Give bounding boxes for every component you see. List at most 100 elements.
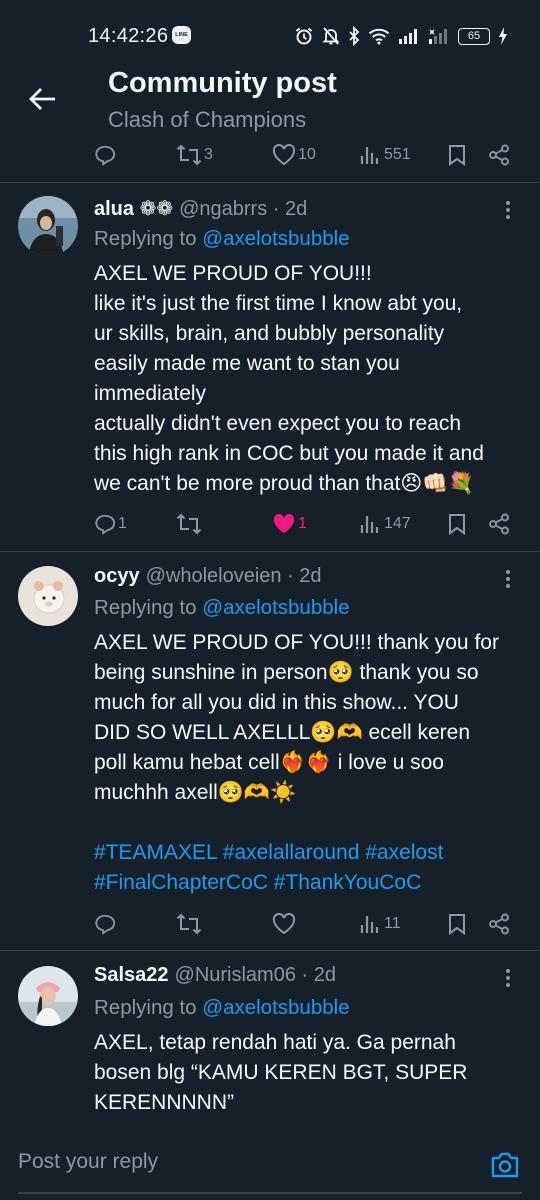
replying-to-mention[interactable]: @axelotsbubble [202, 996, 349, 1019]
reply-button[interactable] [94, 910, 118, 938]
reply-input[interactable]: Post your reply [18, 1150, 438, 1184]
camera-button[interactable] [488, 1148, 522, 1182]
tweet-line: actually didn't even expect you to reach [94, 412, 462, 435]
replying-to-mention[interactable]: @axelotsbubble [202, 596, 349, 619]
retweet-count: 3 [204, 146, 213, 163]
bookmark-button[interactable] [448, 141, 466, 169]
status-time: 14:42:26 [88, 25, 169, 47]
views-count: 11 [384, 915, 401, 932]
more-icon [506, 969, 510, 987]
share-icon [489, 913, 509, 935]
avatar-photo [18, 966, 78, 1026]
replying-to-label: Replying to [94, 996, 197, 1019]
retweet-icon [176, 913, 202, 935]
tweet-line: much for all you did in this show... YOU [94, 691, 459, 714]
views-button[interactable]: 11 [360, 910, 401, 938]
retweet-button[interactable] [176, 910, 204, 938]
tweet-header: alua ❁❁ @ngabrrs · 2d [94, 196, 307, 224]
retweet-button[interactable]: 3 [176, 141, 213, 169]
signal-weak-icon [429, 29, 447, 44]
views-icon [360, 916, 379, 933]
views-button[interactable]: 147 [360, 510, 411, 538]
reply-button[interactable]: 1 [94, 510, 127, 538]
tweet-text: AXEL WE PROUD OF YOU!!! like it's just t… [94, 259, 514, 499]
display-name[interactable]: Salsa22 [94, 964, 169, 987]
like-button[interactable]: 10 [272, 141, 316, 169]
bookmark-button[interactable] [448, 910, 466, 938]
avatar[interactable] [18, 566, 78, 626]
charging-icon [499, 27, 507, 45]
reply-composer: Post your reply [0, 1140, 540, 1200]
retweet-icon [176, 144, 202, 166]
handle-and-time: @Nurislam06 · 2d [174, 964, 336, 986]
back-button[interactable] [26, 82, 60, 116]
like-count: 1 [298, 515, 307, 532]
tweet-header: Salsa22 @Nurislam06 · 2d [94, 964, 336, 992]
replying-to: Replying to @axelotsbubble [94, 227, 350, 251]
replying-to-label: Replying to [94, 596, 197, 619]
views-icon [360, 147, 379, 164]
status-icons: 65 [294, 24, 508, 48]
handle-and-time: @ngabrrs · 2d [179, 198, 308, 220]
alarm-icon [295, 27, 313, 45]
more-options-button[interactable] [498, 196, 518, 224]
tweet-line: immediately [94, 382, 207, 405]
tweet-line: this high rank in COC but you made it an… [94, 442, 484, 465]
page-title: Community post [108, 67, 337, 99]
camera-icon [491, 1152, 519, 1178]
hashtag-line[interactable]: #TEAMAXEL #axelallaround #axelost [94, 838, 514, 868]
like-button[interactable]: 1 [272, 510, 307, 538]
bluetooth-icon [349, 26, 360, 46]
wifi-icon [368, 28, 390, 45]
replying-to-mention[interactable]: @axelotsbubble [202, 227, 349, 250]
tweet-line: we can't be more proud than that😠👊🏻💐 [94, 472, 475, 495]
page-subtitle: Clash of Champions [108, 107, 307, 132]
back-arrow-icon [29, 88, 55, 110]
more-options-button[interactable] [498, 964, 518, 992]
bookmark-icon [449, 145, 465, 166]
share-icon [489, 513, 509, 535]
tweet-text: AXEL WE PROUD OF YOU!!! thank you for be… [94, 628, 514, 898]
tweet-actions: 1 1 147 [94, 510, 516, 538]
tweet-text: AXEL, tetap rendah hati ya. Ga pernah bo… [94, 1028, 514, 1118]
avatar-photo [18, 196, 78, 256]
reply-icon [95, 514, 116, 535]
replying-to: Replying to @axelotsbubble [94, 996, 350, 1020]
reply-button[interactable] [94, 141, 118, 169]
avatar[interactable] [18, 196, 78, 256]
hashtag-line[interactable]: #FinalChapterCoC #ThankYouCoC [94, 868, 514, 898]
like-button[interactable] [272, 910, 298, 938]
heart-icon [272, 913, 296, 935]
reply-count: 1 [118, 515, 127, 532]
share-icon [489, 144, 509, 166]
divider [0, 551, 540, 552]
tweet-line: AXEL, tetap rendah hati ya. Ga pernah [94, 1031, 456, 1054]
share-button[interactable] [488, 510, 510, 538]
display-name[interactable]: alua ❁❁ [94, 196, 173, 221]
tweet-line: KERENNNNN” [94, 1091, 235, 1114]
divider [0, 950, 540, 951]
share-button[interactable] [488, 910, 510, 938]
reply-icon [95, 914, 116, 935]
battery-indicator: 65 [458, 27, 490, 45]
like-count: 10 [298, 146, 316, 163]
bookmark-button[interactable] [448, 510, 466, 538]
avatar[interactable] [18, 966, 78, 1026]
display-name[interactable]: ocyy [94, 565, 140, 588]
tweet-line: easily made me want to stan you [94, 352, 400, 375]
tweet-line: ur skills, brain, and bubbly personality [94, 322, 445, 345]
bookmark-icon [449, 914, 465, 935]
share-button[interactable] [488, 141, 510, 169]
tweet-line: muchhh axell🥺🫶☀️ [94, 781, 297, 804]
views-icon [360, 516, 379, 533]
retweet-button[interactable] [176, 510, 204, 538]
more-options-button[interactable] [498, 565, 518, 593]
retweet-icon [176, 513, 202, 535]
replying-to: Replying to @axelotsbubble [94, 596, 350, 620]
reply-input-underline [18, 1192, 522, 1194]
views-button[interactable]: 551 [360, 141, 411, 169]
tweet-line: AXEL WE PROUD OF YOU!!! thank you for [94, 631, 499, 654]
views-count: 551 [384, 146, 411, 163]
tweet-line: DID SO WELL AXELLL🥺🫶 ecell keren [94, 721, 471, 744]
